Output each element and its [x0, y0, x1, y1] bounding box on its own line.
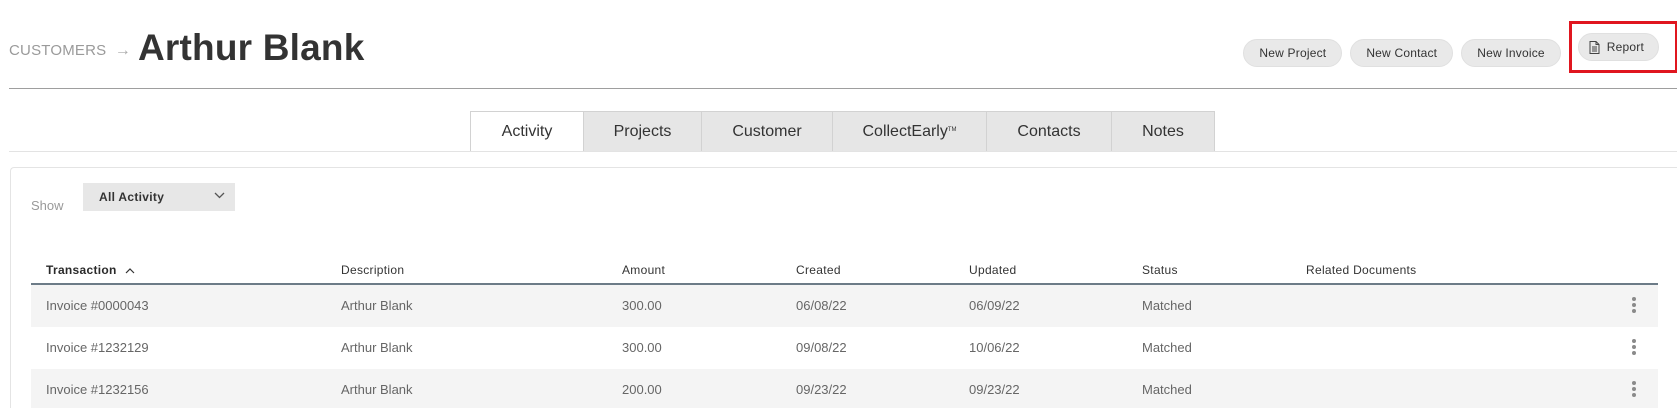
breadcrumb-customers[interactable]: CUSTOMERS: [9, 42, 106, 59]
report-button[interactable]: Report: [1577, 33, 1659, 61]
column-header-related-documents[interactable]: Related Documents: [1306, 263, 1417, 277]
show-label: Show: [31, 198, 64, 213]
row-more-options-icon[interactable]: [1632, 381, 1636, 399]
tab-notes[interactable]: Notes: [1112, 111, 1215, 152]
tab-collectearly-label: CollectEarly: [862, 122, 948, 140]
breadcrumb[interactable]: CUSTOMERS →: [9, 42, 131, 60]
report-button-label: Report: [1606, 40, 1644, 54]
tab-collectearly[interactable]: CollectEarly TM: [833, 111, 987, 152]
column-header-status[interactable]: Status: [1142, 263, 1178, 277]
cell-description: Arthur Blank: [341, 382, 413, 397]
cell-transaction: Invoice #0000043: [46, 298, 149, 313]
table-row[interactable]: Invoice #0000043 Arthur Blank 300.00 06/…: [31, 285, 1658, 327]
column-header-amount[interactable]: Amount: [622, 263, 665, 277]
tab-customer[interactable]: Customer: [702, 111, 833, 152]
cell-description: Arthur Blank: [341, 340, 413, 355]
page-title: Arthur Blank: [138, 27, 365, 68]
cell-status: Matched: [1142, 298, 1192, 313]
tab-contacts[interactable]: Contacts: [987, 111, 1112, 152]
tab-activity[interactable]: Activity: [470, 111, 584, 152]
cell-amount: 200.00: [622, 382, 662, 397]
cell-updated: 10/06/22: [969, 340, 1020, 355]
row-more-options-icon[interactable]: [1632, 339, 1636, 357]
table-row[interactable]: Invoice #1232129 Arthur Blank 300.00 09/…: [31, 327, 1658, 369]
cell-updated: 06/09/22: [969, 298, 1020, 313]
page-header: CUSTOMERS → Arthur Blank New Project New…: [9, 0, 1677, 90]
cell-status: Matched: [1142, 382, 1192, 397]
new-project-button[interactable]: New Project: [1243, 39, 1343, 67]
cell-status: Matched: [1142, 340, 1192, 355]
column-header-transaction-label: Transaction: [46, 263, 117, 277]
table-header: Transaction Description Amount Created U…: [31, 255, 1658, 285]
report-highlight-box: Report: [1568, 21, 1677, 73]
tab-projects[interactable]: Projects: [584, 111, 702, 152]
activity-filter-value: All Activity: [99, 190, 165, 204]
cell-created: 09/08/22: [796, 340, 847, 355]
activity-panel: Show All Activity Transaction Descriptio…: [10, 167, 1677, 408]
activity-filter-select[interactable]: All Activity: [83, 183, 235, 211]
cell-created: 09/23/22: [796, 382, 847, 397]
column-header-description[interactable]: Description: [341, 263, 404, 277]
activity-table: Transaction Description Amount Created U…: [31, 255, 1658, 408]
cell-updated: 09/23/22: [969, 382, 1020, 397]
cell-description: Arthur Blank: [341, 298, 413, 313]
tabs-divider: [9, 151, 1677, 152]
breadcrumb-arrow-icon: →: [114, 42, 131, 59]
column-header-updated[interactable]: Updated: [969, 263, 1016, 277]
chevron-down-icon: [214, 192, 225, 199]
header-divider: [9, 88, 1677, 89]
sort-ascending-icon: [125, 268, 135, 274]
tab-bar: Activity Projects Customer CollectEarly T…: [470, 111, 1215, 152]
cell-amount: 300.00: [622, 298, 662, 313]
row-more-options-icon[interactable]: [1632, 297, 1636, 315]
header-actions: New Project New Contact New Invoice Repo…: [1243, 21, 1677, 73]
document-icon: [1589, 40, 1600, 54]
cell-created: 06/08/22: [796, 298, 847, 313]
table-row[interactable]: Invoice #1232156 Arthur Blank 200.00 09/…: [31, 369, 1658, 408]
cell-transaction: Invoice #1232129: [46, 340, 149, 355]
cell-amount: 300.00: [622, 340, 662, 355]
cell-transaction: Invoice #1232156: [46, 382, 149, 397]
new-contact-button[interactable]: New Contact: [1350, 39, 1454, 67]
new-invoice-button[interactable]: New Invoice: [1461, 39, 1561, 67]
trademark-mark: TM: [947, 126, 957, 133]
column-header-created[interactable]: Created: [796, 263, 841, 277]
column-header-transaction[interactable]: Transaction: [46, 263, 135, 277]
